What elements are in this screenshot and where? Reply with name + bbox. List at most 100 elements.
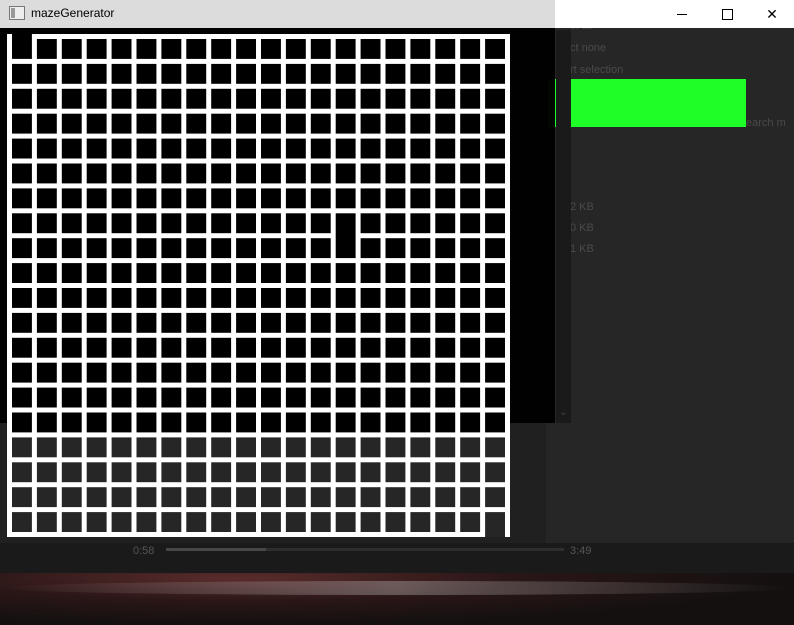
window-titlebar[interactable]: mazeGenerator ✕: [0, 0, 794, 28]
maze-cell: [211, 312, 232, 333]
maze-cell: [285, 487, 306, 508]
maze-cell: [136, 387, 157, 408]
maximize-icon: [721, 8, 733, 20]
seek-slider[interactable]: [166, 548, 564, 551]
maze-cell: [335, 88, 356, 109]
maze-cell: [285, 312, 306, 333]
maze-cell: [161, 39, 182, 59]
maze-cell: [360, 213, 381, 234]
maze-cell: [211, 88, 232, 109]
maze-cell: [186, 88, 207, 109]
window-title: mazeGenerator: [31, 6, 115, 20]
maze-cell: [186, 188, 207, 209]
maze-cell: [360, 63, 381, 84]
maze-cell: [211, 387, 232, 408]
maze-cell: [61, 263, 82, 283]
maze-cell: [435, 163, 456, 184]
maze-cell: [460, 138, 481, 159]
maze-cell: [285, 63, 306, 84]
maze-cell: [310, 39, 331, 59]
maze-cell: [236, 113, 256, 134]
maze-cell: [261, 213, 281, 234]
maze-cell: [460, 188, 481, 209]
maze-cell: [385, 39, 406, 59]
maze-cell: [385, 63, 406, 84]
maze-cell: [236, 138, 256, 159]
maze-cell: [261, 188, 281, 209]
maze-cell: [186, 312, 207, 333]
maze-cell: [410, 487, 431, 508]
maze-cell: [161, 462, 182, 483]
maze-cell: [161, 362, 182, 383]
maze-cell: [86, 337, 107, 358]
maze-cell: [435, 362, 456, 383]
maze-cell: [36, 263, 57, 283]
maze-cell: [261, 337, 281, 358]
maze-cell: [86, 63, 107, 84]
maze-cell: [61, 113, 82, 134]
maze-cell: [460, 63, 481, 84]
maze-cell: [211, 113, 232, 134]
maze-cell: [460, 487, 481, 508]
maze-cell: [360, 113, 381, 134]
maze-cell: [335, 412, 356, 433]
maze-cell: [61, 138, 82, 159]
close-button[interactable]: ✕: [749, 0, 794, 28]
maze-cell: [236, 512, 256, 532]
maze-cell: [385, 238, 406, 259]
maze-cell: [310, 238, 331, 259]
maze-cell: [36, 512, 57, 532]
maze-cell: [385, 88, 406, 109]
maze-cell: [335, 63, 356, 84]
maze-cell: [211, 238, 232, 259]
maze-cell: [310, 288, 331, 308]
maze-cell: [360, 163, 381, 184]
maze-cell: [285, 437, 306, 458]
maze-cell: [385, 462, 406, 483]
maze-cell: [310, 312, 331, 333]
maze-cell: [460, 437, 481, 458]
maze-cell: [111, 213, 132, 234]
maze-cell: [335, 213, 356, 259]
maze-cell: [136, 462, 157, 483]
maze-cell: [36, 437, 57, 458]
maze-cell: [410, 512, 431, 532]
maze-cell: [485, 188, 505, 209]
maze-cell: [186, 412, 207, 433]
maze-cell: [310, 213, 331, 234]
maze-cell: [111, 437, 132, 458]
maze-cell: [385, 263, 406, 283]
maze-cell: [460, 462, 481, 483]
minimize-button[interactable]: [659, 0, 705, 28]
maze-cell: [186, 138, 207, 159]
maze-cell: [460, 412, 481, 433]
maze-cell: [236, 288, 256, 308]
maze-cell: [360, 263, 381, 283]
maze-cell: [360, 88, 381, 109]
maze-cell: [310, 487, 331, 508]
maze-cell: [86, 263, 107, 283]
maze-cell: [111, 88, 132, 109]
maze-cell: [211, 412, 232, 433]
app-icon: [9, 6, 25, 20]
maze-cell: [12, 263, 32, 283]
maze-cell: [261, 238, 281, 259]
maze-cell: [36, 113, 57, 134]
maze-cell: [261, 163, 281, 184]
maze-cell: [36, 362, 57, 383]
maze-cell: [385, 362, 406, 383]
maze-cell: [236, 188, 256, 209]
maze-cell: [285, 362, 306, 383]
maze-cell: [460, 512, 481, 532]
maze-cell: [186, 387, 207, 408]
maze-cell: [211, 213, 232, 234]
maximize-button[interactable]: [704, 0, 750, 28]
maze-cell: [435, 387, 456, 408]
maze-cell: [86, 163, 107, 184]
maze-cell: [261, 362, 281, 383]
maze-cell: [335, 487, 356, 508]
maze-cell: [410, 113, 431, 134]
maze-cell: [360, 487, 381, 508]
maze-cell: [136, 63, 157, 84]
maze-cell: [61, 312, 82, 333]
